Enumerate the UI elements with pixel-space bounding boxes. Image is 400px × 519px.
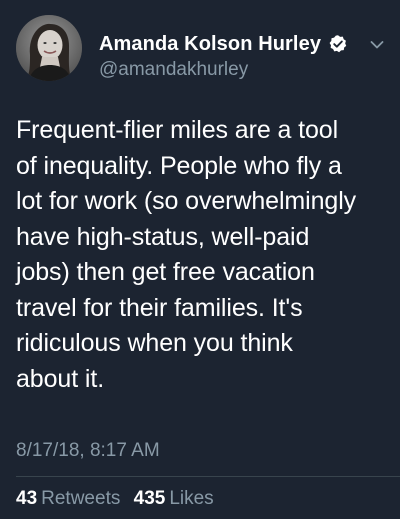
chevron-down-icon[interactable] [370, 37, 384, 49]
tweet-text-line: lot for work (so overwhelmingly [16, 187, 357, 215]
likes-label: Likes [169, 488, 214, 509]
author-name-row: Amanda Kolson Hurley [99, 32, 348, 56]
verified-badge-icon [328, 34, 348, 54]
retweets-stat[interactable]: 43 Retweets [16, 488, 120, 509]
likes-stat[interactable]: 435 Likes [134, 488, 214, 509]
tweet-text-line: travel for their families. It's [16, 293, 303, 322]
profile-photo [16, 15, 82, 81]
likes-count: 435 [133, 488, 166, 509]
retweets-label: Retweets [41, 488, 121, 509]
divider [16, 476, 400, 477]
avatar[interactable] [16, 15, 82, 81]
tweet-text: Frequent-flier miles are a tool of inequ… [16, 113, 386, 397]
tweet-timestamp: 8/17/18, 8:17 AM [16, 440, 160, 461]
tweet-text-line: about it. [16, 364, 105, 393]
tweet-stats: 43 Retweets 435 Likes [16, 488, 214, 510]
tweet-text-line: ridiculous when you think [16, 329, 293, 357]
tweet-text-line: have high-status, well-paid [16, 222, 310, 251]
tweet-header: Amanda Kolson Hurley @amandakhurley [16, 15, 388, 81]
author-display-name[interactable]: Amanda Kolson Hurley [99, 33, 321, 56]
tweet-text-line: of inequality. People who fly a [16, 151, 342, 180]
retweets-count: 43 [16, 488, 38, 509]
author-handle[interactable]: @amandakhurley [99, 59, 248, 81]
tweet-text-line: Frequent-flier miles are a tool [16, 116, 339, 144]
tweet-text-line: jobs) then get free vacation [16, 258, 315, 286]
